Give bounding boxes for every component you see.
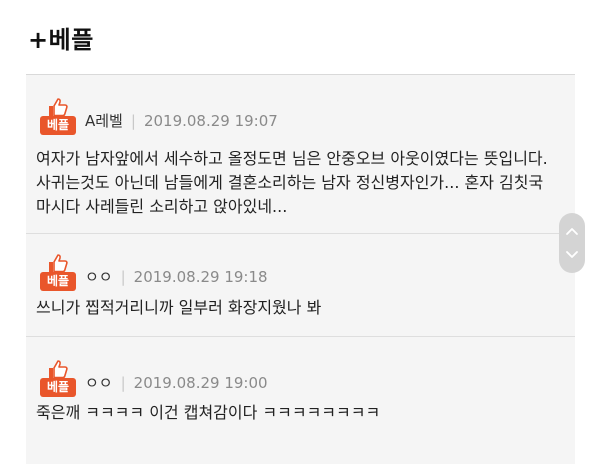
scroll-control[interactable] <box>559 213 585 273</box>
best-reply-badge: 베플 <box>40 359 76 397</box>
thumbs-up-icon <box>49 254 68 273</box>
best-reply-badge: 베플 <box>40 97 76 135</box>
comment-item: 베플 ㅇㅇ | 2019.08.29 19:00 죽은깨 ㅋㅋㅋㅋ 이건 캡쳐감이다… <box>26 337 575 464</box>
badge-label: 베플 <box>40 272 76 291</box>
comment-timestamp: 2019.08.29 19:00 <box>133 374 268 392</box>
comment-author[interactable]: ㅇㅇ <box>85 268 113 286</box>
comment-timestamp: 2019.08.29 19:07 <box>143 112 278 130</box>
meta-divider: | <box>120 268 126 286</box>
comment-body-line: 사귀는것도 아닌데 남들에게 결혼소리하는 남자 정신병자인가... 혼자 김칫… <box>36 173 544 192</box>
comment-body: 쓰니가 찝적거리니까 일부러 화장지웠나 봐 <box>36 296 556 320</box>
comment-meta: A레벨 | 2019.08.29 19:07 <box>85 111 278 131</box>
badge-label: 베플 <box>40 116 76 135</box>
comment-item: 베플 A레벨 | 2019.08.29 19:07 여자가 남자앞에서 세수하고 올… <box>26 75 575 234</box>
best-reply-badge: 베플 <box>40 253 76 291</box>
page: +베플 베플 A레벨 | 2019.08.29 19:07 여자가 남자앞에서 세수… <box>0 0 600 464</box>
comment-body: 여자가 남자앞에서 세수하고 올정도면 님은 안중오브 아웃이였다는 뜻입니다.… <box>36 147 556 219</box>
comment-meta: ㅇㅇ | 2019.08.29 19:00 <box>85 373 268 393</box>
chevron-down-icon[interactable] <box>565 247 579 261</box>
thumbs-up-icon <box>49 98 68 117</box>
comment-body-line: 마시다 사레들린 소리하고 앉아있네... <box>36 197 288 216</box>
comment-timestamp: 2019.08.29 19:18 <box>133 268 268 286</box>
section-title: +베플 <box>28 26 94 54</box>
badge-label: 베플 <box>40 378 76 397</box>
comment-list: 베플 A레벨 | 2019.08.29 19:07 여자가 남자앞에서 세수하고 올… <box>26 74 575 464</box>
thumbs-up-icon <box>49 360 68 379</box>
comment-meta: ㅇㅇ | 2019.08.29 19:18 <box>85 267 268 287</box>
comment-body-line: 쓰니가 찝적거리니까 일부러 화장지웠나 봐 <box>36 298 322 317</box>
comment-body: 죽은깨 ㅋㅋㅋㅋ 이건 캡쳐감이다 ㅋㅋㅋㅋㅋㅋㅋㅋ <box>36 401 556 425</box>
meta-divider: | <box>120 374 126 392</box>
comment-author[interactable]: A레벨 <box>85 112 123 130</box>
comment-body-line: 여자가 남자앞에서 세수하고 올정도면 님은 안중오브 아웃이였다는 뜻입니다. <box>36 149 548 168</box>
chevron-up-icon[interactable] <box>565 225 579 239</box>
meta-divider: | <box>130 112 136 130</box>
comment-body-line: 죽은깨 ㅋㅋㅋㅋ 이건 캡쳐감이다 ㅋㅋㅋㅋㅋㅋㅋㅋ <box>36 403 381 422</box>
comment-author[interactable]: ㅇㅇ <box>85 374 113 392</box>
comment-item: 베플 ㅇㅇ | 2019.08.29 19:18 쓰니가 찝적거리니까 일부러 화장… <box>26 234 575 337</box>
